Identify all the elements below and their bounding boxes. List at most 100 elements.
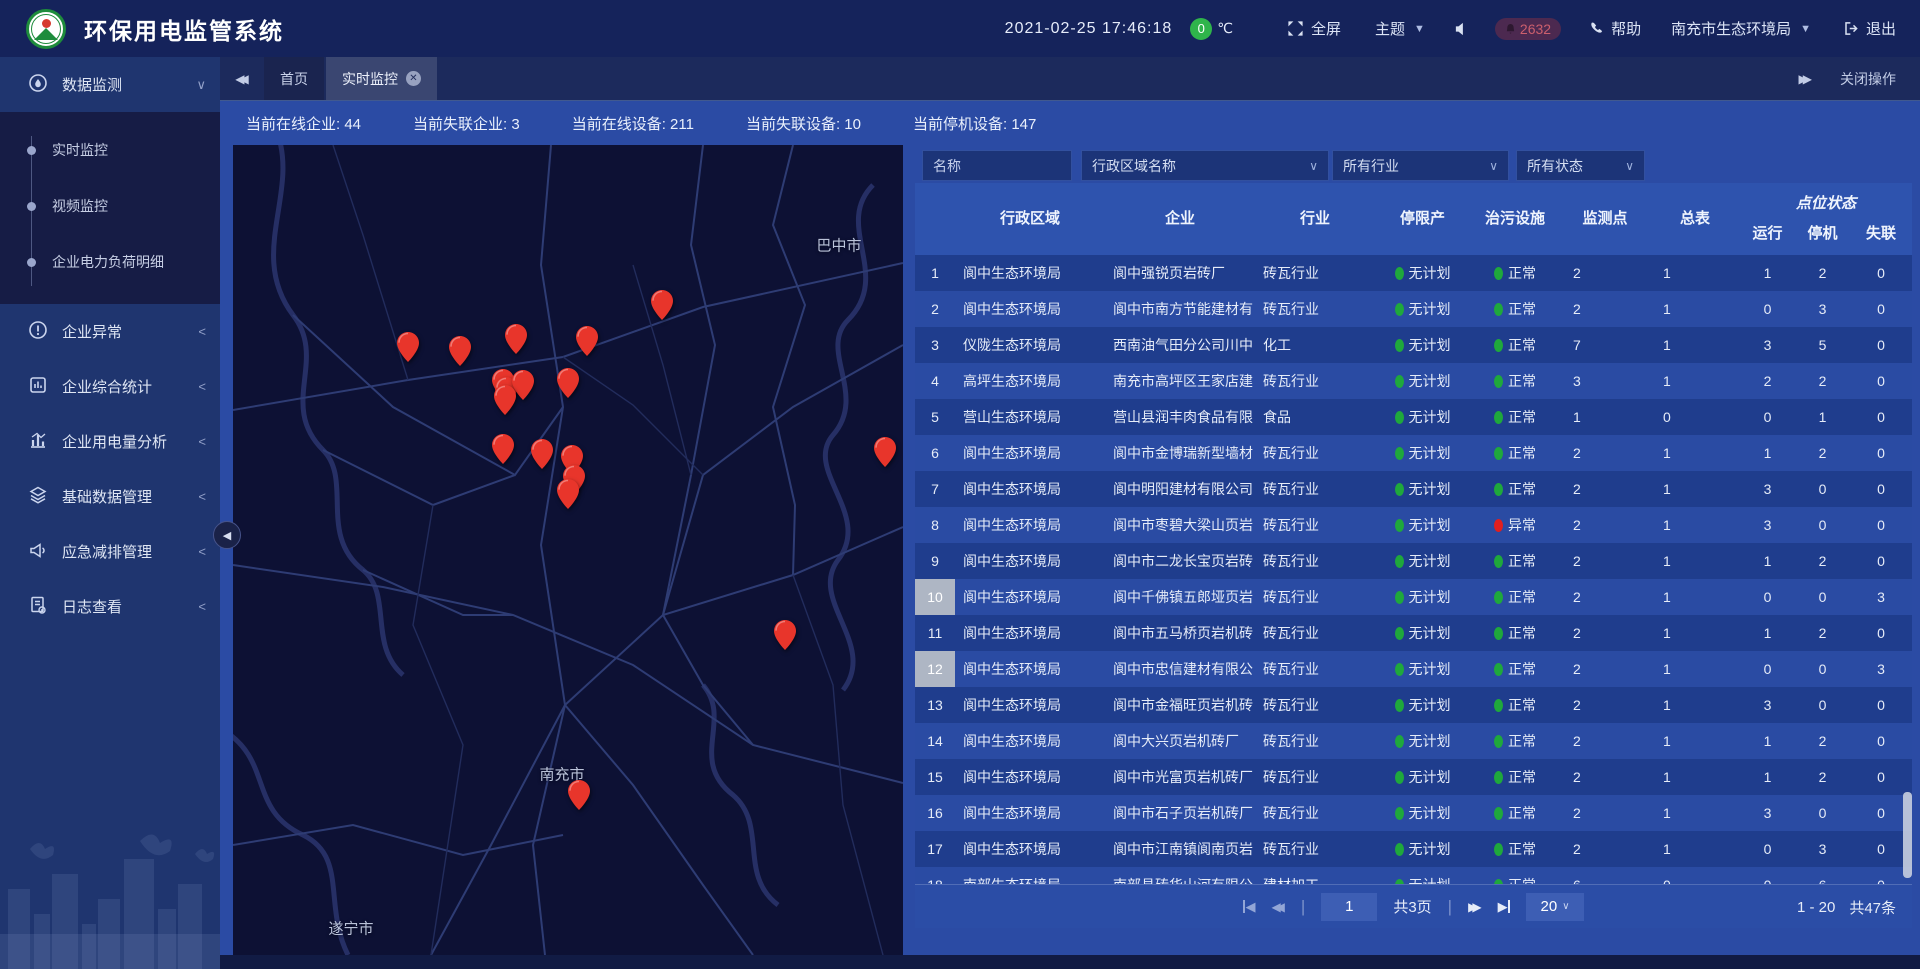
map-pin-icon[interactable] (557, 368, 579, 398)
prev-page-button[interactable]: ◀◀ (1271, 900, 1284, 914)
sidebar-subitem-label: 视频监控 (52, 196, 108, 216)
fullscreen-button[interactable]: 全屏 (1287, 18, 1341, 39)
tab-实时监控[interactable]: 实时监控✕ (326, 57, 437, 100)
sidebar-item-数据监测[interactable]: 数据监测∨ (0, 57, 220, 112)
status-dot-green (1494, 555, 1503, 568)
table-row[interactable]: 16阆中生态环境局阆中市石子页岩机砖厂砖瓦行业无计划正常21300 (915, 795, 1912, 831)
tab-首页[interactable]: 首页 (264, 57, 324, 100)
row-index: 5 (915, 399, 955, 435)
table-row[interactable]: 14阆中生态环境局阆中大兴页岩机砖厂砖瓦行业无计划正常21120 (915, 723, 1912, 759)
logout-button[interactable]: 退出 (1843, 18, 1896, 39)
mute-speaker-button[interactable] (1455, 22, 1469, 36)
tabs-scroll-left-button[interactable]: ◀◀ (220, 57, 264, 100)
tabs-scroll-right-button[interactable]: ▶▶ (1799, 72, 1812, 86)
cell-industry: 砖瓦行业 (1255, 795, 1375, 831)
map-pin-icon[interactable] (492, 434, 514, 464)
next-page-button[interactable]: ▶▶ (1468, 900, 1481, 914)
map-pin-icon[interactable] (494, 385, 516, 415)
table-row[interactable]: 9阆中生态环境局阆中市二龙长宝页岩砖砖瓦行业无计划正常21120 (915, 543, 1912, 579)
status-text: 无计划 (1409, 695, 1451, 715)
cell-meter: 1 (1650, 687, 1740, 723)
log-icon (28, 595, 48, 619)
map-pin-icon[interactable] (576, 326, 598, 356)
table-row[interactable]: 10阆中生态环境局阆中千佛镇五郎垭页岩砖瓦行业无计划正常21003 (915, 579, 1912, 615)
table-scrollbar-thumb[interactable] (1903, 792, 1912, 878)
status-dot-green (1395, 411, 1404, 424)
industry-filter-select[interactable]: 所有行业 ∨ (1332, 150, 1509, 181)
map-pin-icon[interactable] (557, 479, 579, 509)
table-row[interactable]: 13阆中生态环境局阆中市金福旺页岩机砖砖瓦行业无计划正常21300 (915, 687, 1912, 723)
status-text: 无计划 (1409, 731, 1451, 751)
region-filter-select[interactable]: 行政区域名称 ∨ (1081, 150, 1329, 181)
status-text: 正常 (1508, 875, 1536, 884)
org-dropdown[interactable]: 南充市生态环境局 ▼ (1671, 18, 1811, 39)
sidebar-item-日志查看[interactable]: 日志查看< (0, 579, 220, 634)
cell-industry: 砖瓦行业 (1255, 507, 1375, 543)
sidebar-item-企业综合统计[interactable]: 企业综合统计< (0, 359, 220, 414)
map-pin-icon[interactable] (449, 336, 471, 366)
cell-industry: 砖瓦行业 (1255, 651, 1375, 687)
tab-close-icon[interactable]: ✕ (406, 71, 421, 86)
sidebar-subitem-实时监控[interactable]: 实时监控 (0, 122, 220, 178)
status-cell: 正常 (1470, 471, 1560, 507)
status-filter-select[interactable]: 所有状态 ∨ (1516, 150, 1645, 181)
page-size-select[interactable]: 20 ∨ (1526, 893, 1584, 921)
table-row[interactable]: 11阆中生态环境局阆中市五马桥页岩机砖砖瓦行业无计划正常21120 (915, 615, 1912, 651)
map-collapse-button[interactable]: ◀ (213, 521, 241, 549)
sidebar-subitem-视频监控[interactable]: 视频监控 (0, 178, 220, 234)
bell-icon (1505, 23, 1516, 35)
map-pin-icon[interactable] (505, 324, 527, 354)
alarm-count-badge[interactable]: 2632 (1495, 18, 1561, 40)
table-row[interactable]: 4高坪生态环境局南充市高坪区王家店建砖瓦行业无计划正常31220 (915, 363, 1912, 399)
pager-divider: | (1448, 897, 1452, 917)
cell-region: 阆中生态环境局 (955, 543, 1105, 579)
table-row[interactable]: 17阆中生态环境局阆中市江南镇阆南页岩砖瓦行业无计划正常21030 (915, 831, 1912, 867)
last-page-button[interactable]: ▶ (1498, 899, 1511, 915)
map-pin-icon[interactable] (531, 439, 553, 469)
table-row[interactable]: 1阆中生态环境局阆中强锐页岩砖厂砖瓦行业无计划正常21120 (915, 255, 1912, 291)
sidebar: 数据监测∨ 实时监控视频监控企业电力负荷明细企业异常<企业综合统计<企业用电量分析… (0, 57, 220, 969)
table-row[interactable]: 15阆中生态环境局阆中市光富页岩机砖厂砖瓦行业无计划正常21120 (915, 759, 1912, 795)
status-dot-green (1395, 771, 1404, 784)
sidebar-item-应急减排管理[interactable]: 应急减排管理< (0, 524, 220, 579)
table-row[interactable]: 8阆中生态环境局阆中市枣碧大梁山页岩砖瓦行业无计划异常21300 (915, 507, 1912, 543)
col-header-halt: 停机 (1795, 221, 1850, 247)
table-row[interactable]: 2阆中生态环境局阆中市南方节能建材有砖瓦行业无计划正常21030 (915, 291, 1912, 327)
stats-bar: 当前在线企业: 44当前失联企业: 3当前在线设备: 211当前失联设备: 10… (220, 100, 1920, 145)
status-dot-green (1494, 627, 1503, 640)
row-index: 8 (915, 507, 955, 543)
map-pin-icon[interactable] (651, 290, 673, 320)
table-row[interactable]: 12阆中生态环境局阆中市忠信建材有限公砖瓦行业无计划正常21003 (915, 651, 1912, 687)
cell-meter: 0 (1650, 399, 1740, 435)
sidebar-subitem-企业电力负荷明细[interactable]: 企业电力负荷明细 (0, 234, 220, 290)
status-text: 无计划 (1409, 479, 1451, 499)
cell-lost: 0 (1850, 615, 1912, 651)
status-dot-green (1494, 483, 1503, 496)
sidebar-item-企业用电量分析[interactable]: 企业用电量分析< (0, 414, 220, 469)
name-filter-input[interactable] (933, 158, 1061, 174)
chevron-down-icon: ∨ (1489, 159, 1498, 173)
sidebar-item-企业异常[interactable]: 企业异常< (0, 304, 220, 359)
status-dot-green (1395, 447, 1404, 460)
theme-dropdown[interactable]: 主题 ▼ (1375, 18, 1425, 39)
page-number-input[interactable]: 1 (1321, 893, 1377, 921)
status-text: 正常 (1508, 767, 1536, 787)
map-panel[interactable]: 巴中市南充市遂宁市 (233, 145, 903, 955)
map-pin-icon[interactable] (874, 437, 896, 467)
help-button[interactable]: 帮助 (1589, 18, 1641, 39)
table-row[interactable]: 18南部生态环境局南部县砖华山河有限公建材加工无计划正常60060 (915, 867, 1912, 884)
first-page-button[interactable]: ◀ (1243, 899, 1256, 915)
map-pin-icon[interactable] (568, 780, 590, 810)
cell-run: 1 (1740, 435, 1795, 471)
map-pin-icon[interactable] (774, 620, 796, 650)
close-operations-button[interactable]: 关闭操作 (1840, 69, 1896, 89)
table-row[interactable]: 5营山生态环境局营山县润丰肉食品有限食品无计划正常10010 (915, 399, 1912, 435)
map-pin-icon[interactable] (397, 332, 419, 362)
table-row[interactable]: 3仪陇生态环境局西南油气田分公司川中化工无计划正常71350 (915, 327, 1912, 363)
sidebar-item-基础数据管理[interactable]: 基础数据管理< (0, 469, 220, 524)
table-row[interactable]: 7阆中生态环境局阆中明阳建材有限公司砖瓦行业无计划正常21300 (915, 471, 1912, 507)
table-row[interactable]: 6阆中生态环境局阆中市金博瑞新型墙材砖瓦行业无计划正常21120 (915, 435, 1912, 471)
chevron-left-icon: < (198, 434, 206, 449)
status-text: 无计划 (1409, 587, 1451, 607)
cell-halt: 0 (1795, 471, 1850, 507)
